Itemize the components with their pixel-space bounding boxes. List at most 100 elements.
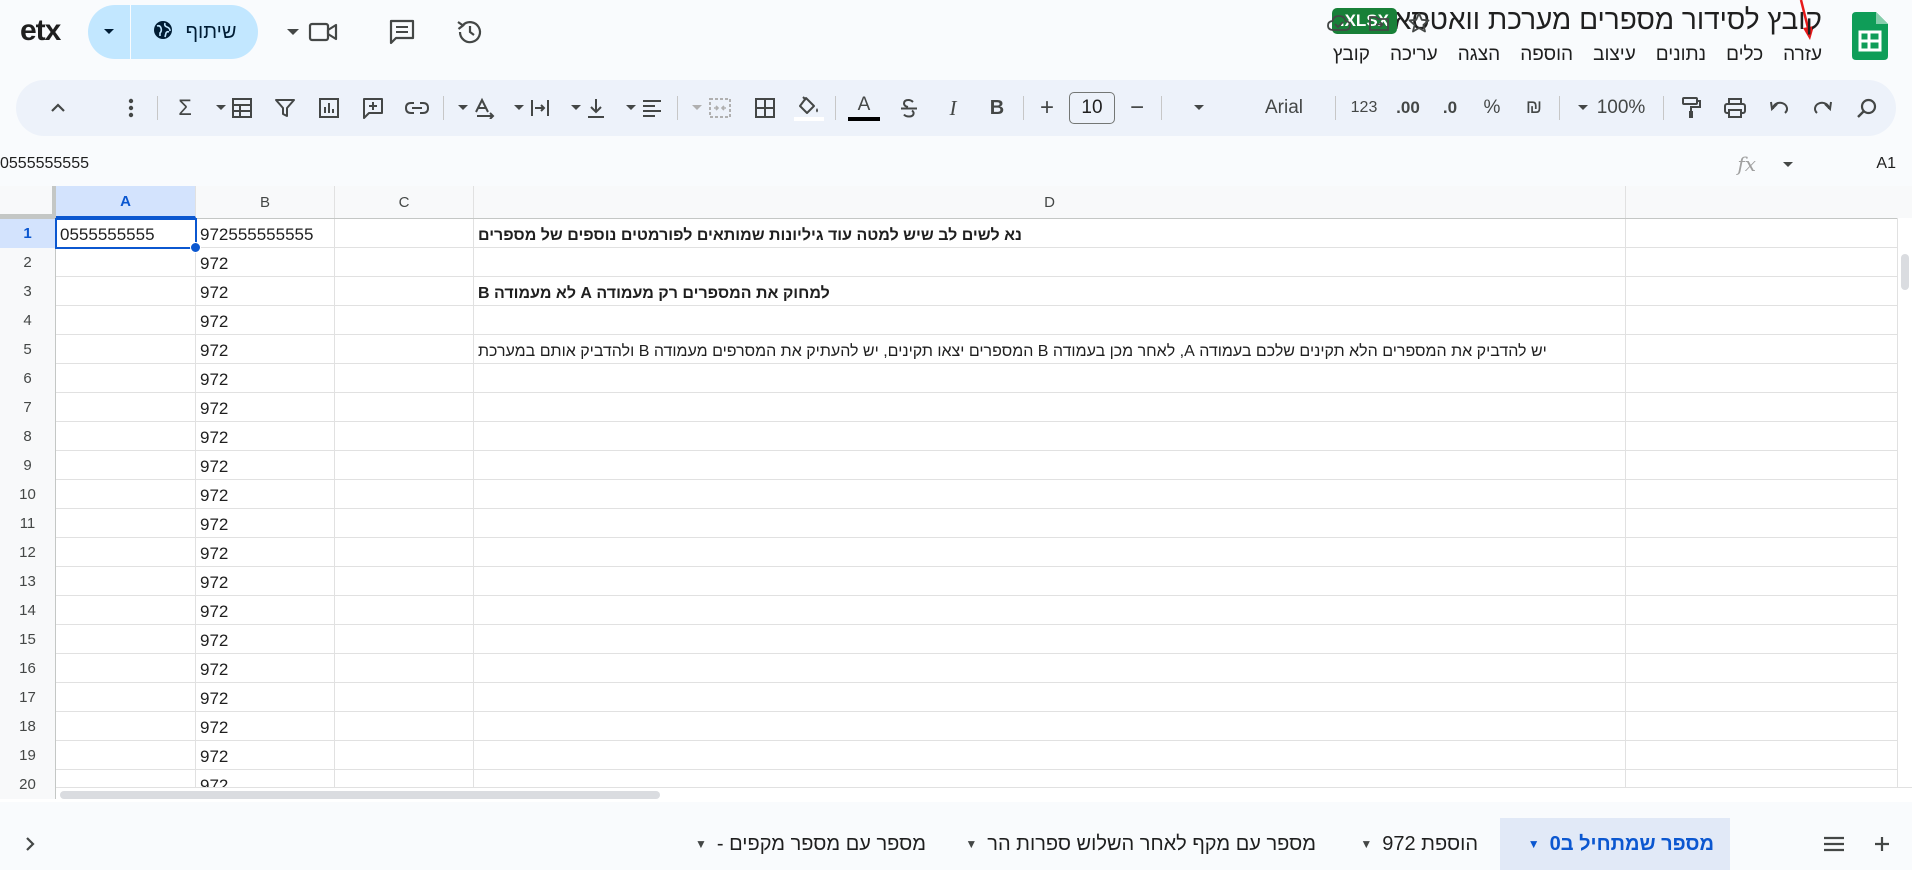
cell-d18[interactable] [474, 712, 1626, 741]
name-box[interactable]: A1 [1876, 155, 1896, 173]
print-icon[interactable] [1716, 89, 1754, 127]
borders-button[interactable] [746, 89, 784, 127]
increase-font-size-button[interactable]: + [1030, 89, 1064, 127]
insert-link-button[interactable] [398, 89, 436, 127]
cell-e8[interactable] [1626, 422, 1898, 451]
cell-c10[interactable] [335, 480, 474, 509]
cell-d12[interactable] [474, 538, 1626, 567]
insert-chart-button[interactable] [310, 89, 348, 127]
menu-tools[interactable]: כלים [1716, 42, 1773, 72]
cell-a1[interactable]: 0555555555 [55, 218, 197, 249]
sheet-tab-menu-icon[interactable]: ▼ [1528, 837, 1540, 851]
cell-c8[interactable] [335, 422, 474, 451]
cell-b17[interactable]: 972 [196, 683, 335, 712]
cell-a8[interactable] [56, 422, 196, 451]
cell-c16[interactable] [335, 654, 474, 683]
sheet-tab-menu-icon[interactable]: ▼ [695, 837, 707, 851]
cell-e11[interactable] [1626, 509, 1898, 538]
row-header[interactable]: 19 [0, 741, 56, 770]
cell-a15[interactable] [56, 625, 196, 654]
cell-c12[interactable] [335, 538, 474, 567]
cell-a17[interactable] [56, 683, 196, 712]
cell-d5[interactable]: יש להדביק את המספרים הלא תקינים שלכם בעמ… [474, 335, 1626, 364]
scroll-tabs-chevron-icon[interactable] [14, 828, 46, 860]
sheet-tab[interactable]: מספר עם מקף לאחר השלוש ספרות הר ▼ [952, 818, 1332, 870]
row-header[interactable]: 14 [0, 596, 56, 625]
row-header[interactable]: 4 [0, 306, 56, 335]
cell-c2[interactable] [335, 248, 474, 277]
create-filter-button[interactable] [266, 89, 304, 127]
menu-insert[interactable]: הוספה [1510, 42, 1583, 72]
cell-c6[interactable] [335, 364, 474, 393]
selection-fill-handle[interactable] [190, 242, 201, 253]
cell-e17[interactable] [1626, 683, 1898, 712]
cell-d15[interactable] [474, 625, 1626, 654]
strikethrough-button[interactable] [890, 89, 928, 127]
collapse-toolbar-button[interactable] [38, 89, 78, 127]
cell-e12[interactable] [1626, 538, 1898, 567]
cell-d3[interactable]: למחוק את המספרים רק מעמודה A לא מעמודה B [474, 277, 1626, 306]
cell-d13[interactable] [474, 567, 1626, 596]
row-header[interactable]: 3 [0, 277, 56, 306]
all-sheets-icon[interactable] [1818, 828, 1850, 860]
cell-b1[interactable]: 972555555555 [196, 219, 335, 248]
cell-c1[interactable] [335, 219, 474, 248]
increase-decimal-button[interactable]: .00 [1390, 89, 1426, 127]
column-header-c[interactable]: C [335, 186, 474, 218]
cell-d11[interactable] [474, 509, 1626, 538]
cell-e7[interactable] [1626, 393, 1898, 422]
cell-b5[interactable]: 972 [196, 335, 335, 364]
meet-video-button[interactable] [282, 12, 342, 52]
row-header[interactable]: 1 [0, 219, 56, 248]
sheet-tab[interactable]: הוספת 972 ▼ [1344, 818, 1494, 870]
horizontal-align-button[interactable] [618, 89, 670, 127]
text-color-button[interactable]: A [844, 89, 884, 127]
row-header[interactable]: 2 [0, 248, 56, 277]
column-header-b[interactable]: B [196, 186, 335, 218]
cell-c4[interactable] [335, 306, 474, 335]
row-header[interactable]: 6 [0, 364, 56, 393]
star-icon[interactable] [1404, 8, 1434, 38]
sheet-tab-menu-icon[interactable]: ▼ [1360, 837, 1372, 851]
row-header[interactable]: 16 [0, 654, 56, 683]
cell-a7[interactable] [56, 393, 196, 422]
cell-a19[interactable] [56, 741, 196, 770]
cell-e4[interactable] [1626, 306, 1898, 335]
column-header-e[interactable] [1626, 186, 1898, 218]
bold-button[interactable]: B [978, 89, 1016, 127]
cell-c15[interactable] [335, 625, 474, 654]
cell-d19[interactable] [474, 741, 1626, 770]
horizontal-scroll-thumb[interactable] [60, 791, 660, 799]
cell-c7[interactable] [335, 393, 474, 422]
cell-a5[interactable] [56, 335, 196, 364]
cell-e18[interactable] [1626, 712, 1898, 741]
cell-a12[interactable] [56, 538, 196, 567]
cell-d8[interactable] [474, 422, 1626, 451]
row-header[interactable]: 11 [0, 509, 56, 538]
zoom-select[interactable]: 100% [1566, 89, 1656, 127]
cell-c3[interactable] [335, 277, 474, 306]
vertical-scrollbar[interactable] [1897, 218, 1912, 802]
cell-e3[interactable] [1626, 277, 1898, 306]
cell-b13[interactable]: 972 [196, 567, 335, 596]
cell-d17[interactable] [474, 683, 1626, 712]
cell-e10[interactable] [1626, 480, 1898, 509]
cell-b9[interactable]: 972 [196, 451, 335, 480]
cell-e2[interactable] [1626, 248, 1898, 277]
vertical-scroll-thumb[interactable] [1901, 254, 1909, 290]
cell-a9[interactable] [56, 451, 196, 480]
menu-format[interactable]: עיצוב [1583, 42, 1646, 72]
row-header[interactable]: 10 [0, 480, 56, 509]
more-options-button[interactable] [112, 89, 150, 127]
cell-d2[interactable] [474, 248, 1626, 277]
cell-e13[interactable] [1626, 567, 1898, 596]
menu-edit[interactable]: עריכה [1380, 42, 1448, 72]
functions-button[interactable]: Σ [166, 89, 204, 127]
insert-comment-button[interactable] [354, 89, 392, 127]
column-header-a[interactable]: A [56, 186, 196, 218]
italic-button[interactable]: I [934, 89, 972, 127]
search-menus-icon[interactable] [1848, 89, 1886, 127]
cell-a10[interactable] [56, 480, 196, 509]
cell-e1[interactable] [1626, 219, 1898, 248]
row-header[interactable]: 20 [0, 770, 56, 799]
